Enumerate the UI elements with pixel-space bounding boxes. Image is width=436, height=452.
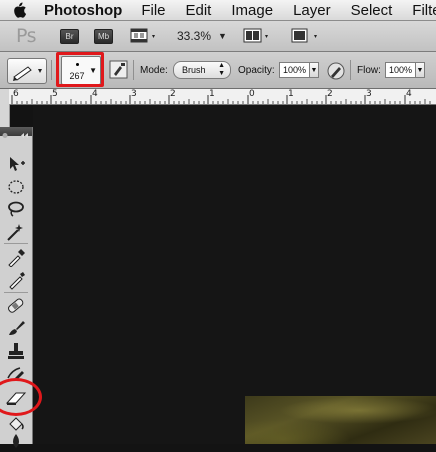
minibridge-button[interactable]: Mb	[94, 29, 113, 44]
menu-file[interactable]: File	[141, 2, 165, 19]
horizontal-ruler[interactable]: 6 5 4 3 2 1 0 1 2 3 4	[9, 89, 436, 105]
ruler-number: 1	[209, 89, 215, 99]
application-bar: Ps Br Mb 33.3% ▼	[0, 21, 436, 52]
ruler-number: 2	[327, 89, 333, 99]
flow-slider-toggle[interactable]: ▼	[415, 62, 425, 78]
menu-filter[interactable]: Filter	[412, 2, 436, 19]
document-canvas[interactable]	[33, 105, 436, 444]
magic-wand-tool-icon[interactable]	[4, 222, 28, 242]
flow-label: Flow:	[357, 65, 381, 76]
ruler-number: 0	[249, 89, 255, 99]
mode-dropdown[interactable]: Brush ▲ ▼	[173, 61, 231, 79]
divider	[133, 60, 134, 80]
eyedropper-tool-icon[interactable]	[4, 247, 28, 267]
ruler-number: 3	[366, 89, 372, 99]
tool-divider	[4, 243, 28, 244]
tablet-pressure-opacity-icon[interactable]	[326, 61, 346, 84]
screen-mode-icon[interactable]	[290, 27, 320, 48]
ruler-number: 6	[13, 89, 19, 99]
ruler-number: 3	[131, 89, 137, 99]
options-bar: 267 ▼ Mode: Brush ▲ ▼ Opacity: 100% ▼ Flo…	[0, 52, 436, 89]
opacity-label: Opacity:	[238, 65, 275, 76]
brush-panel-toggle-icon[interactable]	[109, 60, 129, 83]
blur-tool-icon[interactable]	[4, 432, 28, 452]
tool-divider	[4, 292, 28, 293]
flow-field[interactable]: 100%	[385, 62, 417, 78]
paint-bucket-tool-icon[interactable]	[4, 414, 28, 434]
ruler-number: 2	[170, 89, 176, 99]
ruler-number: 1	[288, 89, 294, 99]
bridge-button[interactable]: Br	[60, 29, 79, 44]
move-tool-icon[interactable]	[4, 154, 28, 174]
marquee-tool-icon[interactable]	[4, 177, 28, 197]
divider	[51, 60, 52, 80]
updown-arrows-icon: ▲ ▼	[218, 62, 225, 77]
ruler-ticks	[11, 95, 431, 104]
menu-edit[interactable]: Edit	[186, 2, 212, 19]
ruler-number: 5	[52, 89, 58, 99]
tools-panel-header[interactable]	[0, 127, 32, 138]
crop-tool-icon[interactable]	[4, 270, 28, 290]
mode-value: Brush	[182, 65, 206, 75]
clone-stamp-tool-icon[interactable]	[4, 341, 28, 361]
apple-logo-icon[interactable]	[12, 2, 26, 18]
mode-label: Mode:	[140, 65, 168, 76]
menu-layer[interactable]: Layer	[293, 2, 331, 19]
tool-preset-picker[interactable]	[7, 58, 47, 84]
healing-brush-tool-icon[interactable]	[4, 296, 28, 316]
zoom-caret-icon[interactable]: ▼	[218, 31, 227, 41]
zoom-level[interactable]: 33.3%	[177, 29, 211, 43]
opacity-slider-toggle[interactable]: ▼	[309, 62, 319, 78]
lasso-tool-icon[interactable]	[4, 199, 28, 219]
document-image[interactable]	[245, 396, 436, 444]
brush-picker-highlight	[56, 52, 104, 87]
brush-tool-icon[interactable]	[4, 318, 28, 338]
opacity-field[interactable]: 100%	[279, 62, 311, 78]
divider	[350, 60, 351, 80]
menu-image[interactable]: Image	[231, 2, 273, 19]
ruler-number: 4	[92, 89, 98, 99]
menu-select[interactable]: Select	[351, 2, 393, 19]
menu-bar: Photoshop File Edit Image Layer Select F…	[0, 0, 436, 21]
vertical-ruler[interactable]	[0, 104, 10, 127]
ps-logo: Ps	[16, 25, 37, 47]
ruler-number: 4	[406, 89, 412, 99]
arrange-documents-icon[interactable]	[243, 27, 271, 48]
film-strip-icon[interactable]	[130, 27, 158, 48]
app-menu-photoshop[interactable]: Photoshop	[44, 2, 122, 19]
